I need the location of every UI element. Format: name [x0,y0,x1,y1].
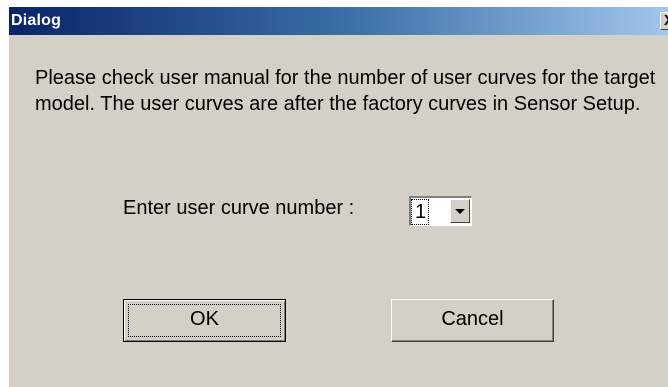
dropdown-arrow-icon[interactable] [450,199,470,223]
curve-number-label: Enter user curve number : [123,197,355,219]
instruction-message: Please check user manual for the number … [35,67,656,115]
ok-button-label: OK [190,308,219,330]
dialog-window: Dialog X Please check user manual for th… [8,6,668,387]
curve-number-value: 1 [411,199,430,225]
ok-button[interactable]: OK [123,299,286,342]
cancel-button[interactable]: Cancel [391,299,554,342]
cancel-button-label: Cancel [441,308,504,330]
window-title: Dialog [11,12,62,29]
curve-number-select[interactable]: 1 [409,196,472,226]
title-bar[interactable]: Dialog X [9,7,668,35]
close-icon: X [664,12,668,29]
close-button[interactable]: X [660,12,668,30]
